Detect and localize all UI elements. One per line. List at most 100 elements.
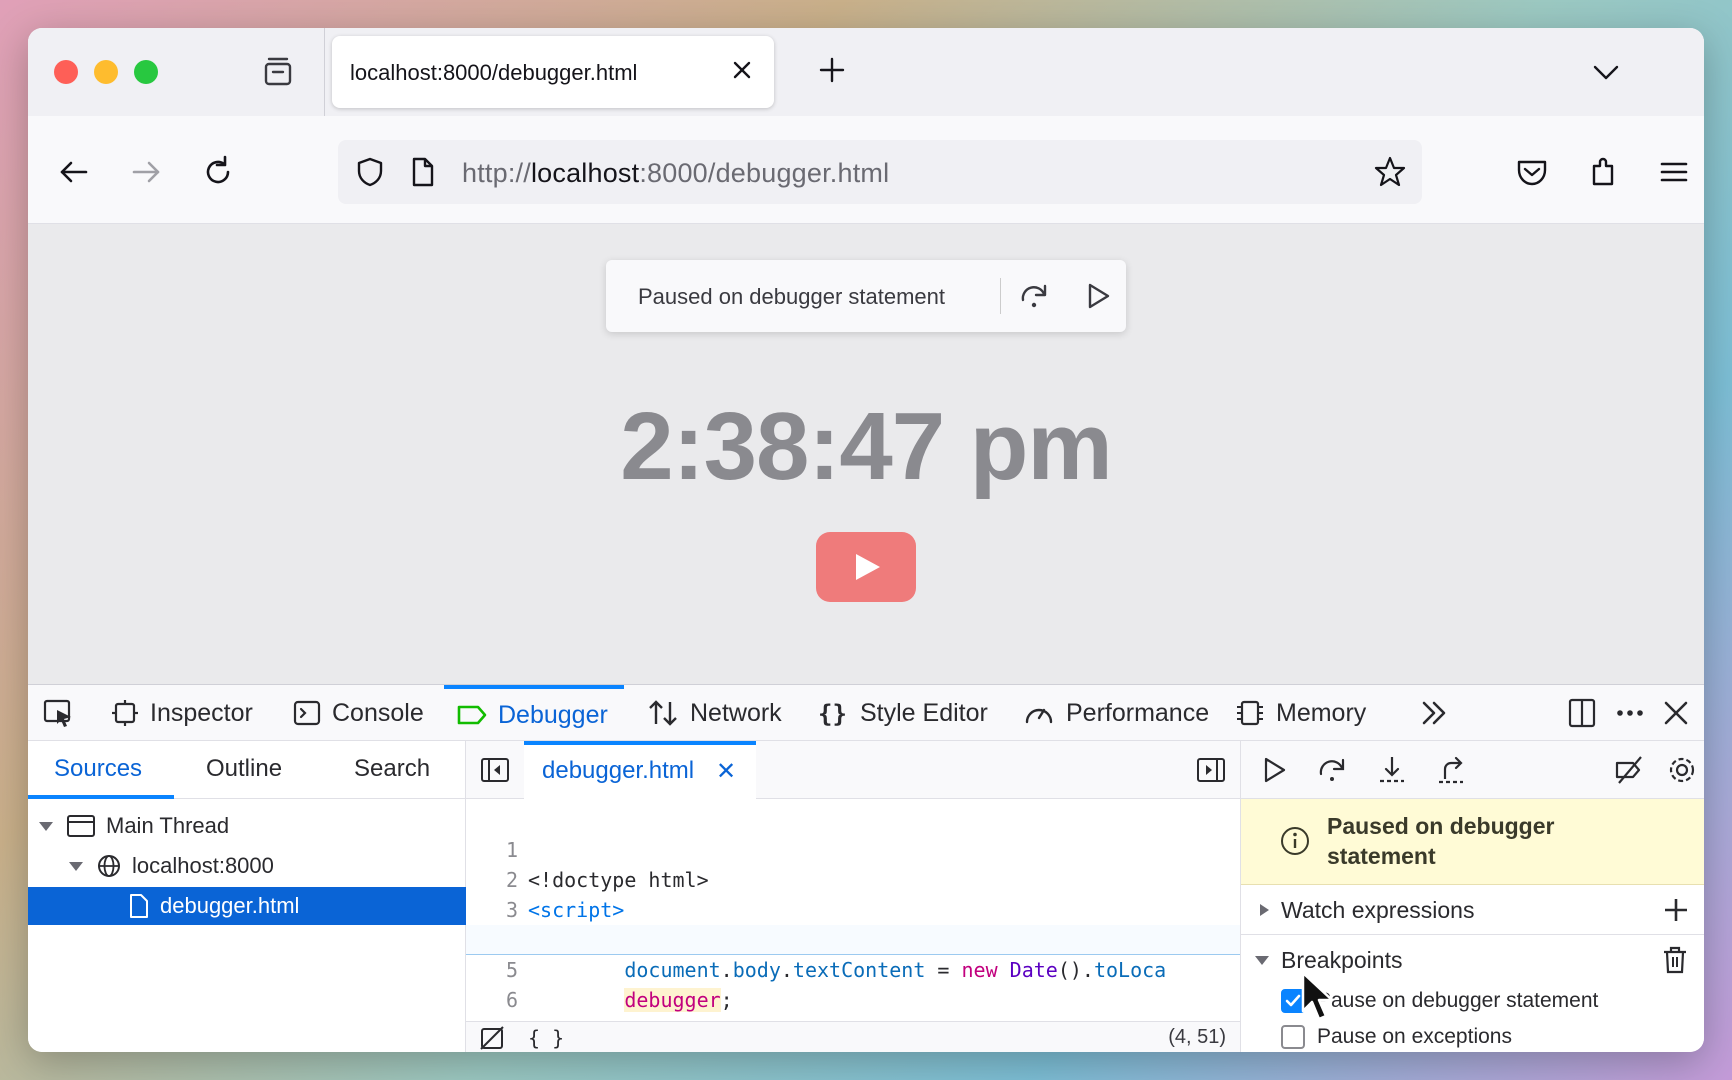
ignore-source-icon[interactable]: [478, 1024, 506, 1052]
info-icon: [1281, 827, 1309, 855]
close-tab-icon[interactable]: [728, 56, 756, 84]
more-tools-chevron-icon[interactable]: [1416, 695, 1452, 731]
navigation-toolbar: http://localhost:8000/debugger.html: [28, 116, 1704, 224]
expanded-triangle-icon: [1255, 956, 1269, 965]
firefox-view-icon[interactable]: [260, 54, 296, 90]
maximize-window-button[interactable]: [134, 60, 158, 84]
page-icon[interactable]: [404, 154, 440, 190]
editor-tabs: debugger.html ✕: [466, 741, 1240, 799]
tree-file-label: debugger.html: [160, 893, 300, 918]
clock-display: 2:38:47 pm: [620, 393, 1113, 500]
url-path: :8000/debugger.html: [639, 158, 890, 188]
dock-side-icon[interactable]: [1564, 695, 1600, 731]
tree-host[interactable]: localhost:8000: [28, 847, 466, 885]
trash-icon[interactable]: [1661, 945, 1689, 975]
step-out-icon[interactable]: [1435, 753, 1469, 787]
minimize-window-button[interactable]: [94, 60, 118, 84]
url-scheme: http://: [462, 158, 531, 188]
extensions-icon[interactable]: [1584, 152, 1624, 192]
element-picker-icon[interactable]: [40, 695, 76, 731]
code-line: 7 </script>: [466, 985, 1240, 1021]
code-line: 4 document.body.textContent = new Date()…: [466, 895, 1240, 982]
new-tab-icon[interactable]: [814, 52, 850, 88]
pocket-icon[interactable]: [1512, 152, 1552, 192]
memory-icon: [1237, 700, 1263, 726]
more-options-icon[interactable]: [1612, 695, 1648, 731]
gear-icon[interactable]: [1665, 753, 1699, 787]
bookmark-star-icon[interactable]: [1372, 154, 1408, 190]
svg-text:{}: {}: [818, 700, 847, 728]
step-in-icon[interactable]: [1375, 753, 1409, 787]
sources-tabs: Sources Outline Search: [28, 741, 465, 799]
toggle-sources-pane-icon[interactable]: [480, 755, 510, 785]
collapsed-triangle-icon: [1260, 904, 1269, 916]
url-bar[interactable]: http://localhost:8000/debugger.html: [338, 140, 1422, 204]
tab-memory-label: Memory: [1276, 698, 1367, 727]
tab-outline[interactable]: Outline: [206, 755, 282, 783]
tab-console-label: Console: [332, 698, 424, 727]
editor-file-tab[interactable]: debugger.html ✕: [524, 741, 756, 799]
shield-icon[interactable]: [352, 154, 388, 190]
tab-memory[interactable]: Memory: [1234, 685, 1366, 741]
back-arrow-icon[interactable]: [54, 152, 94, 192]
tab-network[interactable]: Network: [646, 685, 782, 741]
watch-expressions-label: Watch expressions: [1281, 897, 1475, 923]
sources-pane: Sources Outline Search Main Thread local…: [28, 741, 466, 1052]
forward-arrow-icon[interactable]: [126, 152, 166, 192]
tab-inspector[interactable]: Inspector: [110, 685, 253, 741]
close-window-button[interactable]: [54, 60, 78, 84]
devtools-toolbar: Inspector Console Debugger Network {} St…: [28, 685, 1704, 741]
tab-debugger[interactable]: localhost:8000/debugger.html: [332, 36, 774, 108]
code-area[interactable]: 1 <!doctype html> 2 <script> 3 setInterv…: [466, 799, 1240, 1021]
tab-sources[interactable]: Sources: [54, 755, 142, 783]
code-line: 3 setInterval(() => {: [466, 865, 1240, 952]
resume-icon[interactable]: [1080, 278, 1116, 314]
tab-search[interactable]: Search: [354, 755, 430, 783]
pause-on-exceptions-option[interactable]: Pause on exceptions: [1281, 1021, 1701, 1052]
reload-icon[interactable]: [198, 152, 238, 192]
tab-console[interactable]: Console: [292, 685, 424, 741]
editor-footer: { } (4, 51): [466, 1021, 1240, 1052]
pause-on-exceptions-checkbox[interactable]: [1281, 1025, 1305, 1049]
tab-network-label: Network: [690, 698, 782, 727]
watch-expressions-header[interactable]: Watch expressions: [1241, 885, 1704, 935]
close-devtools-icon[interactable]: [1658, 695, 1694, 731]
toggle-sidebar-icon[interactable]: [1196, 755, 1226, 785]
tree-main-thread[interactable]: Main Thread: [28, 807, 466, 845]
paused-info-box: Paused on debugger statement: [1241, 799, 1704, 885]
video-play-button[interactable]: [816, 532, 916, 602]
tab-debugger-devtools[interactable]: Debugger: [444, 685, 624, 741]
code-line-paused: 5 debugger;: [466, 925, 1240, 1012]
tab-inspector-label: Inspector: [150, 698, 253, 727]
paused-overlay: Paused on debugger statement: [606, 260, 1126, 332]
tab-strip: localhost:8000/debugger.html: [28, 28, 1704, 116]
debugger-icon: [457, 705, 487, 725]
add-watch-icon[interactable]: [1661, 895, 1691, 925]
performance-icon: [1025, 708, 1053, 724]
style-editor-icon: {}: [818, 700, 847, 728]
step-over-icon[interactable]: [1315, 753, 1349, 787]
code-line: 2 <script>: [466, 835, 1240, 922]
pause-on-debugger-option[interactable]: Pause on debugger statement: [1281, 985, 1701, 1019]
url-text[interactable]: http://localhost:8000/debugger.html: [462, 158, 889, 189]
tree-file-selected[interactable]: debugger.html: [28, 887, 466, 925]
chevron-down-icon[interactable]: [1588, 54, 1624, 90]
pretty-print-button[interactable]: { }: [528, 1026, 564, 1050]
tab-performance[interactable]: Performance: [1022, 685, 1209, 741]
tab-debugger-label: Debugger: [498, 700, 608, 729]
tab-performance-label: Performance: [1066, 698, 1210, 727]
code-editor: debugger.html ✕ 1 <!doctype html> 2 <scr…: [466, 741, 1240, 1052]
deactivate-breakpoints-icon[interactable]: [1613, 753, 1647, 787]
menu-icon[interactable]: [1654, 152, 1694, 192]
inspector-icon: [112, 700, 138, 726]
browser-window: localhost:8000/debugger.html http://loca…: [28, 28, 1704, 1052]
tab-separator: [324, 28, 325, 116]
tab-style-editor[interactable]: {} Style Editor: [818, 685, 988, 741]
paused-overlay-separator: [1000, 278, 1001, 314]
code-line: 6 }, 1000);: [466, 955, 1240, 1021]
devtools-panel: Inspector Console Debugger Network {} St…: [28, 684, 1704, 1052]
resume-icon[interactable]: [1257, 753, 1291, 787]
pause-on-debugger-label: Pause on debugger statement: [1317, 989, 1599, 1012]
step-over-icon[interactable]: [1016, 278, 1052, 314]
close-file-tab-icon[interactable]: ✕: [716, 757, 736, 786]
